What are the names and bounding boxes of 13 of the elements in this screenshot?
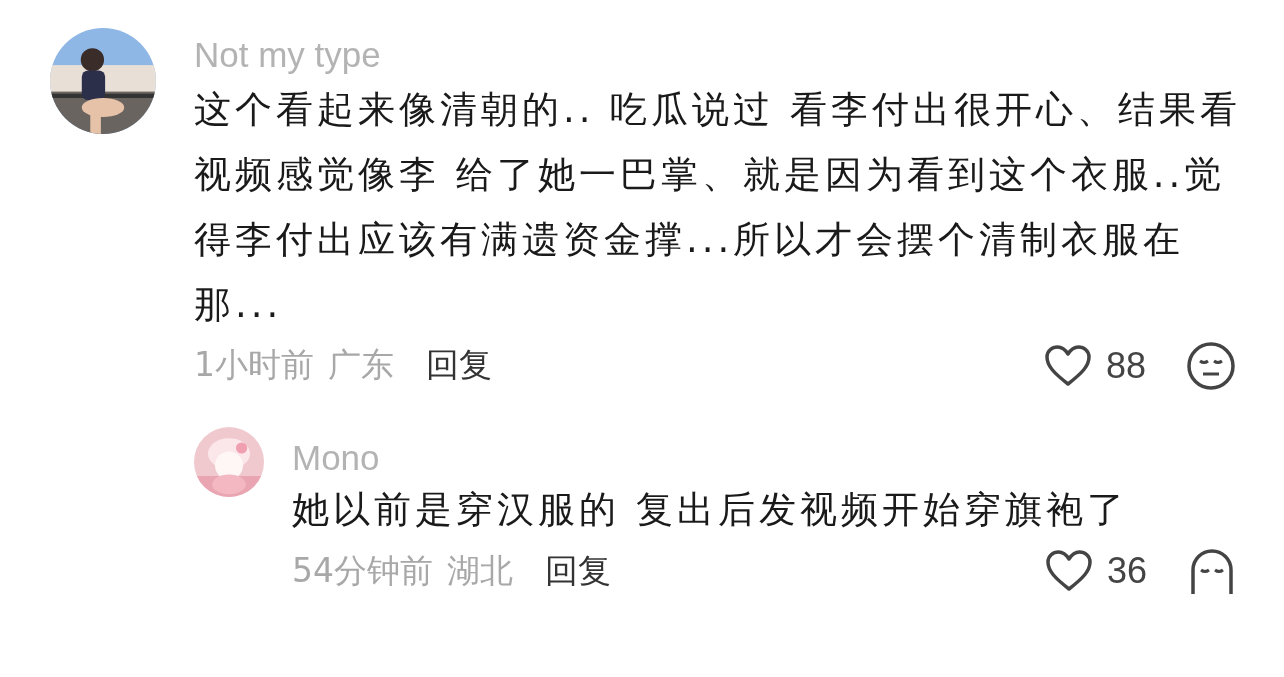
neutral-face-icon[interactable] [1186,340,1236,391]
like-heart-icon[interactable] [1044,343,1092,388]
comment-text: 她以前是穿汉服的 复出后发视频开始穿旗袍了 [292,487,1129,533]
comment-text: 这个看起来像清朝的.. 吃瓜说过 看李付出很开心、结果看视频感觉像李 给了她一巴掌、就是因为看到这个衣服..觉得李付出应该有满遗资金撑...所以才会摆个清制衣服在那... [194,86,1243,328]
like-count: 36 [1107,550,1149,592]
like-count: 88 [1106,344,1148,387]
comment-location: 广东 [328,344,394,386]
comment-time: 1小时前 [194,344,314,386]
reply-button[interactable]: 回复 [426,343,492,388]
like-heart-icon[interactable] [1045,549,1093,593]
comment-location: 湖北 [447,549,513,592]
reply-button[interactable]: 回复 [545,548,611,594]
comment-time: 54分钟前 [292,549,433,592]
